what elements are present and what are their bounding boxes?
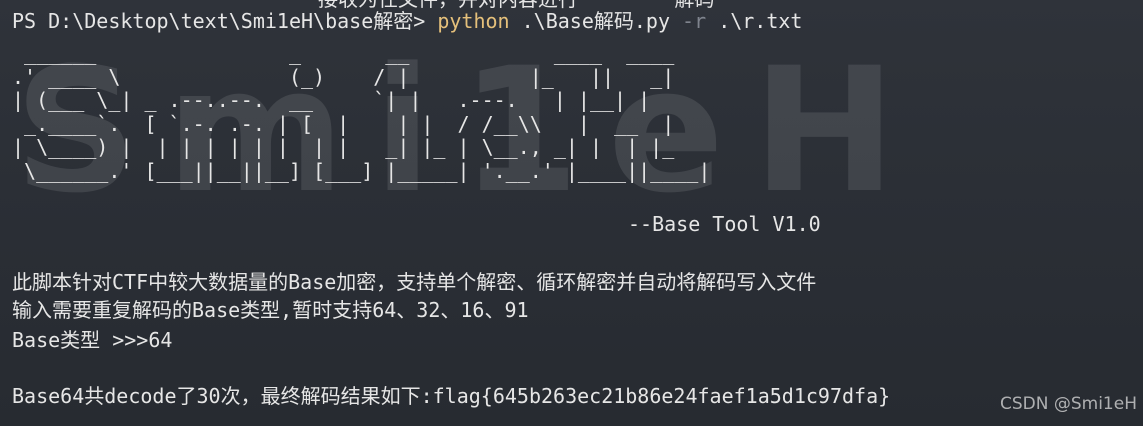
tool-version-subtitle: --Base Tool V1.0: [628, 212, 821, 236]
description-line-1: 此脚本针对CTF中较大数据量的Base加密，支持单个解密、循环解密并自动将解码写…: [12, 270, 817, 294]
ascii-banner: ______ _ __ ____ ____ .' ____ \ (_) / | …: [12, 41, 711, 183]
base-type-input-line: Base类型 >>>64: [12, 328, 173, 352]
terminal-window[interactable]: 接收为任文件，并对内容进行 解码 PS D:\Desktop\text\Smi1…: [0, 0, 1143, 426]
description-line-2: 输入需要重复解码的Base类型,暂时支持64、32、16、91: [12, 298, 529, 322]
decode-result-line: Base64共decode了30次，最终解码结果如下:flag{645b263e…: [12, 384, 891, 408]
csdn-watermark: CSDN @Smi1eH: [999, 394, 1137, 414]
